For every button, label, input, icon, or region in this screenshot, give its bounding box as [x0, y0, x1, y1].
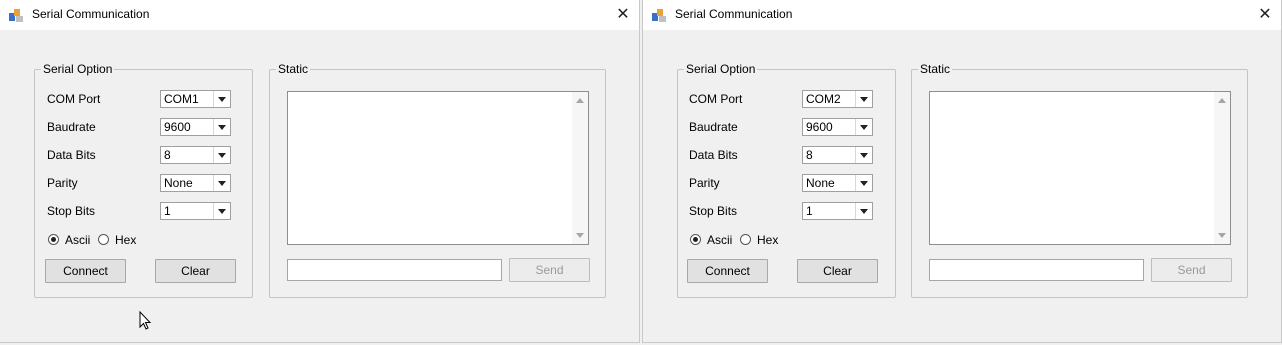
receive-textarea[interactable]	[287, 91, 589, 245]
com-port-label: COM Port	[47, 92, 101, 106]
stop-bits-value: 1	[806, 204, 813, 218]
baudrate-label: Baudrate	[47, 120, 96, 134]
send-button[interactable]: Send	[1151, 258, 1232, 282]
parity-value: None	[164, 176, 193, 190]
serial-option-legend: Serial Option	[686, 62, 756, 76]
window-title: Serial Communication	[32, 7, 150, 21]
baudrate-label: Baudrate	[689, 120, 738, 134]
baudrate-value: 9600	[164, 120, 191, 134]
serial-app-icon	[9, 9, 23, 22]
stop-bits-select[interactable]: 1	[160, 202, 231, 220]
baudrate-value: 9600	[806, 120, 833, 134]
chevron-down-icon[interactable]	[213, 147, 230, 163]
com-port-select[interactable]: COM2	[802, 90, 873, 108]
close-icon[interactable]: ✕	[613, 5, 633, 25]
clear-button[interactable]: Clear	[155, 259, 236, 283]
serial-app-icon	[652, 9, 666, 22]
ascii-radio[interactable]	[48, 234, 59, 245]
hex-radio[interactable]	[740, 234, 751, 245]
serial-option-legend: Serial Option	[43, 62, 113, 76]
chevron-down-icon[interactable]	[213, 203, 230, 219]
title-bar[interactable]: Serial Communication ✕	[643, 0, 1281, 30]
baudrate-select[interactable]: 9600	[160, 118, 231, 136]
ascii-label: Ascii	[707, 233, 733, 247]
vertical-scrollbar[interactable]	[1214, 92, 1230, 244]
clear-button[interactable]: Clear	[797, 259, 878, 283]
ascii-label: Ascii	[65, 233, 91, 247]
chevron-down-icon[interactable]	[213, 91, 230, 107]
send-input[interactable]	[287, 259, 502, 281]
stop-bits-label: Stop Bits	[47, 204, 96, 218]
close-icon[interactable]: ✕	[1255, 5, 1275, 25]
hex-radio[interactable]	[98, 234, 109, 245]
window-title: Serial Communication	[675, 7, 793, 21]
chevron-down-icon[interactable]	[855, 91, 872, 107]
scroll-up-icon[interactable]	[1214, 92, 1230, 108]
com-port-value: COM1	[164, 92, 199, 106]
hex-label: Hex	[757, 233, 779, 247]
scroll-down-icon[interactable]	[1214, 228, 1230, 244]
parity-select[interactable]: None	[160, 174, 231, 192]
data-bits-select[interactable]: 8	[802, 146, 873, 164]
serial-window-2: Serial Communication ✕ Serial Option COM…	[642, 0, 1282, 343]
com-port-label: COM Port	[689, 92, 743, 106]
static-legend: Static	[920, 62, 951, 76]
receive-textarea[interactable]	[929, 91, 1231, 245]
stop-bits-select[interactable]: 1	[802, 202, 873, 220]
scroll-up-icon[interactable]	[572, 92, 588, 108]
stop-bits-value: 1	[164, 204, 171, 218]
connect-button[interactable]: Connect	[687, 259, 768, 283]
send-input[interactable]	[929, 259, 1144, 281]
chevron-down-icon[interactable]	[855, 175, 872, 191]
baudrate-select[interactable]: 9600	[802, 118, 873, 136]
data-bits-label: Data Bits	[689, 148, 738, 162]
data-bits-value: 8	[806, 148, 813, 162]
parity-value: None	[806, 176, 835, 190]
stop-bits-label: Stop Bits	[689, 204, 738, 218]
vertical-scrollbar[interactable]	[572, 92, 588, 244]
parity-label: Parity	[47, 176, 78, 190]
parity-label: Parity	[689, 176, 720, 190]
data-bits-select[interactable]: 8	[160, 146, 231, 164]
chevron-down-icon[interactable]	[213, 119, 230, 135]
connect-button[interactable]: Connect	[45, 259, 126, 283]
chevron-down-icon[interactable]	[855, 119, 872, 135]
static-legend: Static	[278, 62, 309, 76]
scroll-down-icon[interactable]	[572, 228, 588, 244]
send-button[interactable]: Send	[509, 258, 590, 282]
chevron-down-icon[interactable]	[855, 203, 872, 219]
mouse-cursor-icon	[139, 311, 152, 330]
com-port-value: COM2	[806, 92, 841, 106]
ascii-radio[interactable]	[690, 234, 701, 245]
chevron-down-icon[interactable]	[213, 175, 230, 191]
com-port-select[interactable]: COM1	[160, 90, 231, 108]
hex-label: Hex	[115, 233, 137, 247]
data-bits-label: Data Bits	[47, 148, 96, 162]
serial-window-1: Serial Communication ✕ Serial Option COM…	[0, 0, 640, 343]
chevron-down-icon[interactable]	[855, 147, 872, 163]
title-bar[interactable]: Serial Communication ✕	[0, 0, 639, 30]
data-bits-value: 8	[164, 148, 171, 162]
parity-select[interactable]: None	[802, 174, 873, 192]
